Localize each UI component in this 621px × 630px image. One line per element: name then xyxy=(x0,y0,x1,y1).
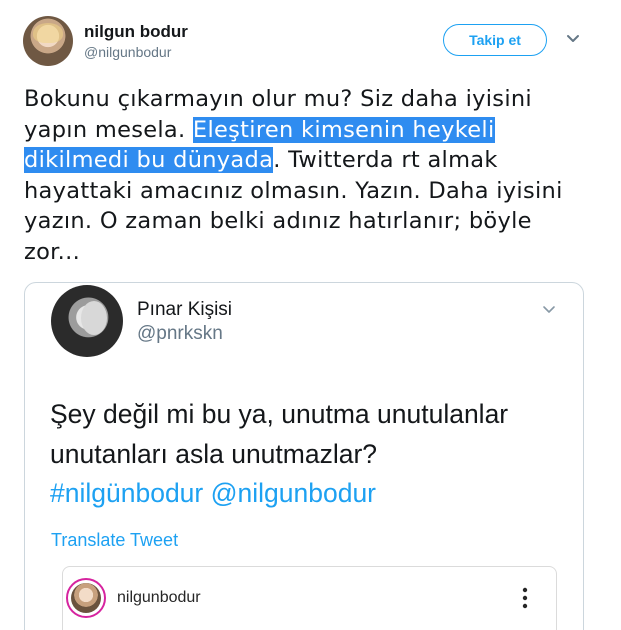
tweet-text: Bokunu çıkarmayın olur mu? Siz daha iyis… xyxy=(24,84,584,267)
instagram-username[interactable]: nilgunbodur xyxy=(117,589,201,607)
quoted-tweet-hashtags[interactable]: #nilgünbodur @nilgunbodur xyxy=(50,474,570,514)
author-display-name[interactable]: nilgun bodur xyxy=(84,22,188,42)
instagram-avatar[interactable] xyxy=(66,578,106,618)
quoted-author-display-name[interactable]: Pınar Kişisi xyxy=(137,299,232,321)
quoted-tweet-text: Şey değil mi bu ya, unutma unutulanlar u… xyxy=(50,399,509,469)
quoted-tweet-card[interactable]: Pınar Kişisi @pnrkskn Şey değil mi bu ya… xyxy=(24,282,584,630)
instagram-avatar-photo xyxy=(71,583,101,613)
instagram-embed[interactable]: nilgunbodur xyxy=(62,566,557,630)
chevron-down-icon[interactable] xyxy=(566,34,580,44)
follow-button[interactable]: Takip et xyxy=(443,24,547,56)
quoted-author-avatar[interactable] xyxy=(51,285,123,357)
quoted-author-handle[interactable]: @pnrkskn xyxy=(137,323,223,345)
author-avatar[interactable] xyxy=(23,16,73,66)
author-handle[interactable]: @nilgunbodur xyxy=(84,44,171,60)
chevron-down-icon[interactable] xyxy=(542,305,556,314)
translate-tweet-link[interactable]: Translate Tweet xyxy=(51,530,178,551)
more-vertical-icon[interactable] xyxy=(522,587,528,609)
tweet: nilgun bodur @nilgunbodur Takip et Bokun… xyxy=(0,0,621,630)
